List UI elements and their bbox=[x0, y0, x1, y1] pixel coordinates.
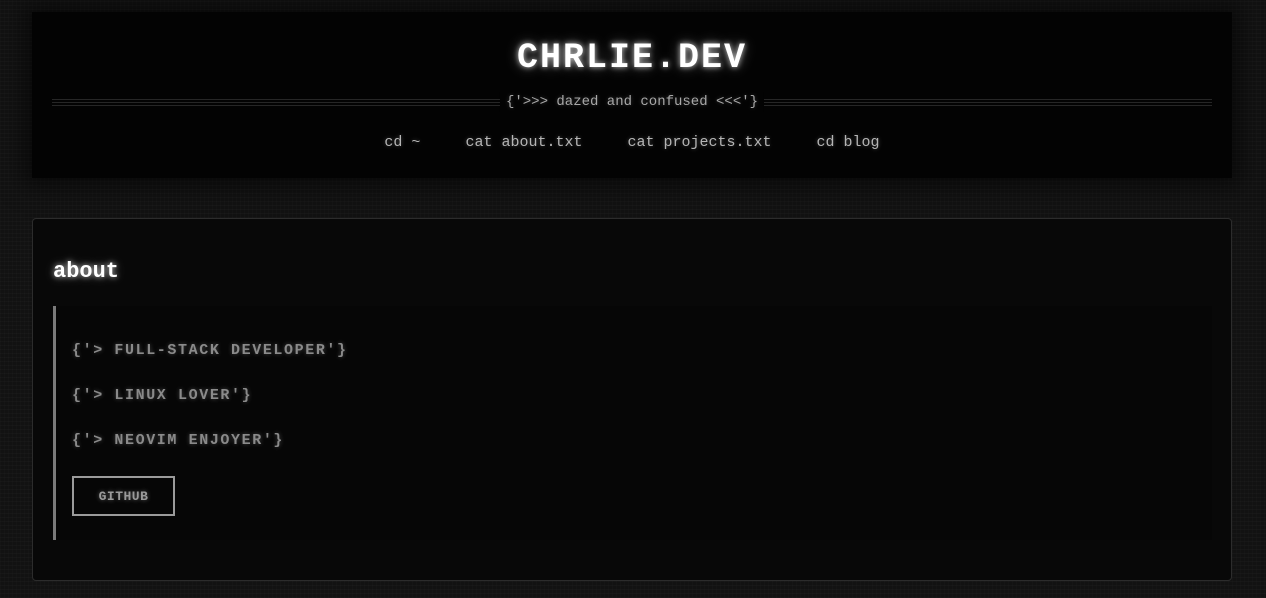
about-blockquote: {'> FULL-STACK DEVELOPER'} {'> LINUX LOV… bbox=[53, 306, 1212, 540]
about-line-developer: {'> FULL-STACK DEVELOPER'} bbox=[72, 342, 348, 359]
github-button-label: GITHUB bbox=[98, 488, 149, 504]
about-line-neovim: {'> NEOVIM ENJOYER'} bbox=[72, 432, 285, 449]
site-title[interactable]: CHRLIE.DEV bbox=[32, 38, 1232, 78]
nav-link-blog[interactable]: cd blog bbox=[817, 133, 880, 153]
tagline-row: {'>>> dazed and confused <<<'} bbox=[52, 92, 1212, 112]
about-heading: about bbox=[53, 259, 120, 284]
tagline: {'>>> dazed and confused <<<'} bbox=[499, 92, 765, 112]
nav-link-about[interactable]: cat about.txt bbox=[465, 133, 582, 153]
about-card: about {'> FULL-STACK DEVELOPER'} {'> LIN… bbox=[32, 218, 1232, 581]
main-nav: cd ~ cat about.txt cat projects.txt cd b… bbox=[32, 133, 1232, 153]
nav-link-home[interactable]: cd ~ bbox=[384, 133, 420, 153]
about-line-linux: {'> LINUX LOVER'} bbox=[72, 387, 253, 404]
site-header: CHRLIE.DEV {'>>> dazed and confused <<<'… bbox=[32, 12, 1232, 178]
nav-link-projects[interactable]: cat projects.txt bbox=[628, 133, 772, 153]
github-button[interactable]: GITHUB bbox=[72, 476, 175, 516]
